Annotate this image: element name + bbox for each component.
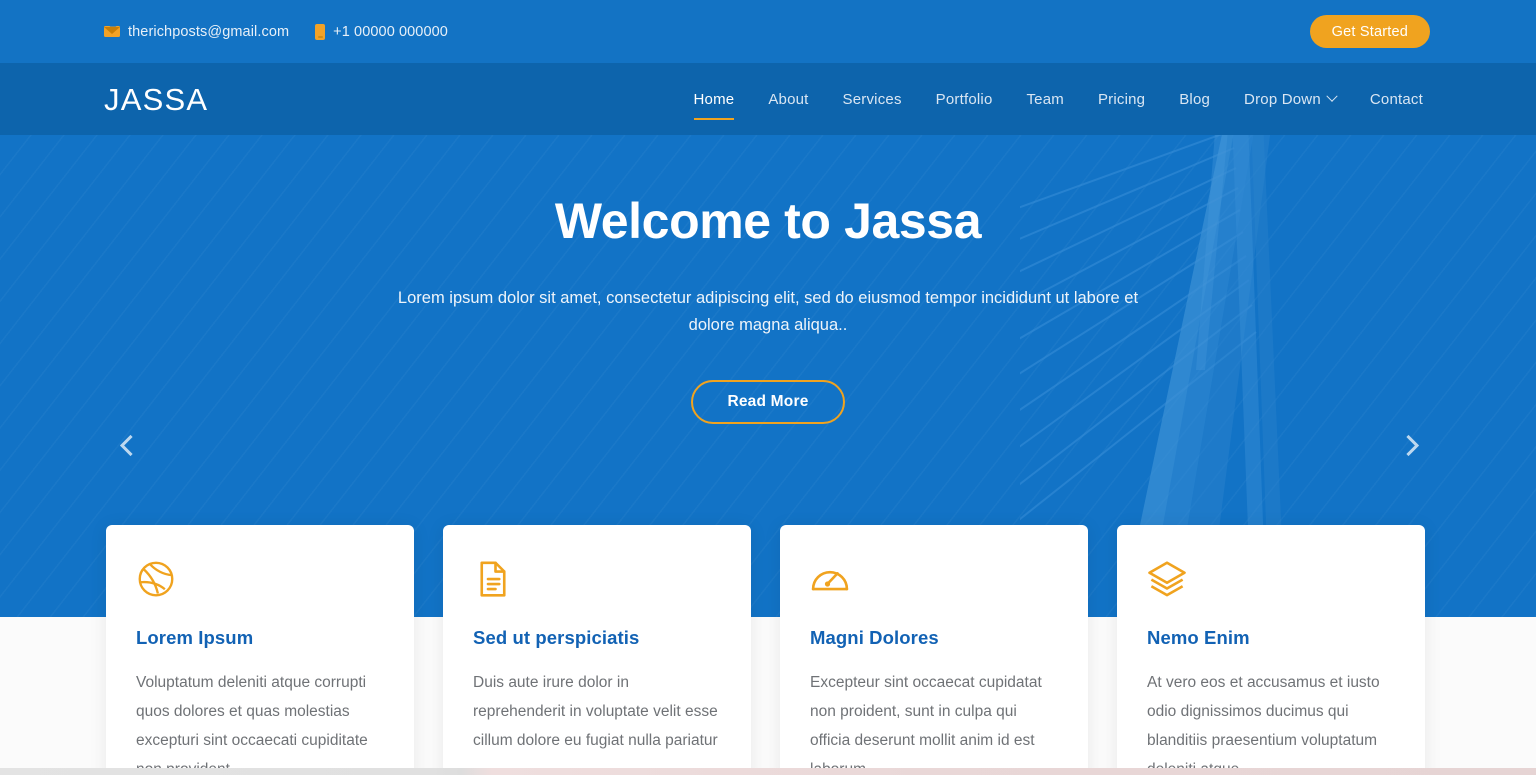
feature-card-text: Duis aute irure dolor in reprehenderit i… xyxy=(473,674,718,749)
chevron-right-glyph xyxy=(1397,434,1419,456)
top-contact-bar: therichposts@gmail.com +1 00000 000000 G… xyxy=(0,0,1536,63)
nav-item-team-label: Team xyxy=(1026,90,1064,108)
nav-item-services-label: Services xyxy=(842,90,902,108)
feature-card-title: Magni Dolores xyxy=(810,627,939,648)
feature-card-text: Excepteur sint occaecat cupidatat non pr… xyxy=(810,674,1042,775)
nav-item-team[interactable]: Team xyxy=(1009,91,1080,108)
mobile-phone-icon xyxy=(315,23,326,40)
feature-card[interactable]: Lorem Ipsum Voluptatum deleniti atque co… xyxy=(106,525,414,775)
get-started-button[interactable]: Get Started xyxy=(1309,15,1430,48)
chevron-right-icon[interactable] xyxy=(1392,427,1428,463)
dribbble-icon xyxy=(138,561,174,597)
nav-item-dropdown-label: Drop Down xyxy=(1244,90,1321,108)
nav-item-contact-label: Contact xyxy=(1369,90,1423,108)
nav-item-blog-label: Blog xyxy=(1179,90,1211,108)
feature-card[interactable]: Sed ut perspiciatis Duis aute irure dolo… xyxy=(443,525,751,775)
nav-item-contact[interactable]: Contact xyxy=(1353,91,1440,108)
nav-item-pricing[interactable]: Pricing xyxy=(1081,91,1162,108)
read-more-button[interactable]: Read More xyxy=(691,380,845,425)
feature-card-text: At vero eos et accusamus et iusto odio d… xyxy=(1147,674,1380,775)
feature-cards-row: Lorem Ipsum Voluptatum deleniti atque co… xyxy=(0,525,1536,775)
landing-page: therichposts@gmail.com +1 00000 000000 G… xyxy=(0,0,1536,775)
speedometer-gauge-icon xyxy=(811,570,849,591)
contact-phone-text: +1 00000 000000 xyxy=(333,23,448,40)
nav-item-about-label: About xyxy=(768,90,809,108)
chevron-left-icon[interactable] xyxy=(110,427,146,463)
nav-item-home[interactable]: Home xyxy=(677,90,752,120)
contact-info-group: therichposts@gmail.com +1 00000 000000 xyxy=(104,23,448,40)
document-file-icon xyxy=(480,561,506,597)
hero-title: Welcome to Jassa xyxy=(554,193,982,249)
feature-card-title: Sed ut perspiciatis xyxy=(473,627,640,648)
nav-item-about[interactable]: About xyxy=(751,91,825,108)
nav-item-services[interactable]: Services xyxy=(826,91,919,108)
feature-card-title: Nemo Enim xyxy=(1147,627,1250,648)
contact-email-text: therichposts@gmail.com xyxy=(128,23,290,40)
nav-item-blog[interactable]: Blog xyxy=(1162,91,1227,108)
site-logo[interactable]: JASSA xyxy=(104,84,208,115)
primary-nav: Home About Services Portfolio Team Prici… xyxy=(677,90,1440,120)
page-bottom-edge xyxy=(0,768,1536,775)
feature-card[interactable]: Magni Dolores Excepteur sint occaecat cu… xyxy=(780,525,1088,775)
nav-item-portfolio[interactable]: Portfolio xyxy=(919,91,1010,108)
nav-item-pricing-label: Pricing xyxy=(1097,90,1146,108)
envelope-icon xyxy=(104,26,120,37)
main-navigation-bar: JASSA Home About Services Portfolio Team… xyxy=(0,63,1536,135)
feature-card[interactable]: Nemo Enim At vero eos et accusamus et iu… xyxy=(1117,525,1425,775)
nav-item-home-label: Home xyxy=(693,90,735,108)
nav-item-dropdown[interactable]: Drop Down xyxy=(1227,91,1353,108)
hero-subtitle: Lorem ipsum dolor sit amet, consectetur … xyxy=(397,289,1139,334)
chevron-down-icon xyxy=(1326,90,1338,102)
feature-card-text: Voluptatum deleniti atque corrupti quos … xyxy=(136,674,368,775)
contact-email[interactable]: therichposts@gmail.com xyxy=(104,24,289,40)
contact-phone[interactable]: +1 00000 000000 xyxy=(315,23,448,40)
feature-card-title: Lorem Ipsum xyxy=(136,627,254,648)
nav-item-portfolio-label: Portfolio xyxy=(935,90,993,108)
layers-stack-icon xyxy=(1148,561,1186,597)
chevron-left-glyph xyxy=(119,434,141,456)
